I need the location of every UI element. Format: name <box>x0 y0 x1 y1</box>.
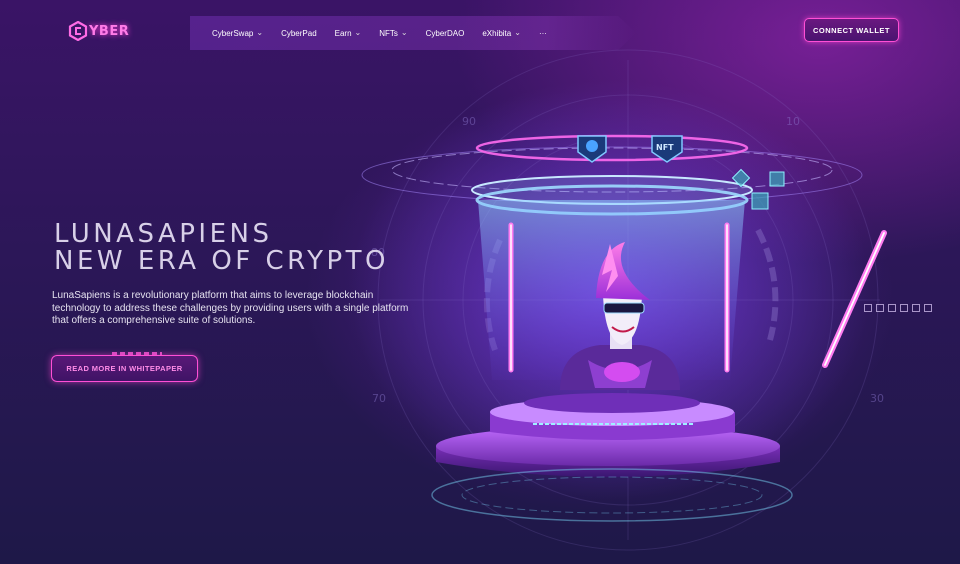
hero-illustration: 90 10 80 70 30 NFT <box>350 49 887 551</box>
dial-label-30: 30 <box>870 392 884 405</box>
dial-label-70: 70 <box>372 392 386 405</box>
hero-description: LunaSapiens is a revolutionary platform … <box>52 290 409 327</box>
dial-label-10: 10 <box>786 115 800 128</box>
hero-title-line2: NEW ERA OF CRYPTO <box>54 246 389 276</box>
chevron-down-icon: ⌄ <box>400 27 408 37</box>
deco-square <box>924 304 932 312</box>
nav-label: Earn <box>334 28 352 38</box>
deco-square <box>900 304 908 312</box>
nav-item-earn[interactable]: Earn ⌄ <box>334 27 362 38</box>
nav-label: CyberSwap <box>212 28 254 38</box>
svg-text:NFT: NFT <box>656 143 674 152</box>
nav-label: CyberPad <box>281 28 317 38</box>
deco-square <box>876 304 884 312</box>
nav-item-cyberdao[interactable]: CyberDAO <box>426 29 465 38</box>
whitepaper-button[interactable]: READ MORE IN WHITEPAPER <box>51 355 198 382</box>
nav-item-cyberswap[interactable]: CyberSwap ⌄ <box>212 27 264 38</box>
chevron-down-icon: ⌄ <box>256 27 264 37</box>
dial-label-90: 90 <box>462 115 476 128</box>
nav-label: CyberDAO <box>425 28 465 38</box>
logo-text: YBER <box>89 23 130 39</box>
main-nav: CyberSwap ⌄ CyberPad Earn ⌄ NFTs ⌄ Cyber… <box>190 16 636 50</box>
nav-item-cyberpad[interactable]: CyberPad <box>281 29 317 38</box>
chevron-down-icon: ⌄ <box>354 27 362 37</box>
deco-square <box>912 304 920 312</box>
deco-squares <box>864 304 932 312</box>
deco-square <box>888 304 896 312</box>
more-icon[interactable]: ··· <box>539 29 547 38</box>
nav-item-nfts[interactable]: NFTs ⌄ <box>379 27 408 38</box>
hero-title-line1: LUNASAPIENS <box>54 219 273 249</box>
hero-title: LUNASAPIENS NEW ERA OF CRYPTO <box>54 221 389 275</box>
deco-square <box>864 304 872 312</box>
nav-label: NFTs <box>379 28 398 38</box>
chevron-down-icon: ⌄ <box>514 27 521 37</box>
brand-logo[interactable]: YBER <box>68 21 129 41</box>
connect-wallet-button[interactable]: CONNECT WALLET <box>804 18 899 42</box>
nav-item-exhibita[interactable]: eXhibita ⌄ <box>482 27 521 38</box>
nav-label: eXhibita <box>482 28 512 38</box>
logo-hex-icon <box>68 21 88 41</box>
